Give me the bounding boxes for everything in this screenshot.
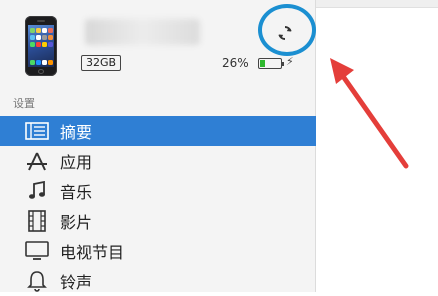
sidebar-item-label: 电视节目 xyxy=(60,243,125,262)
capacity-badge: 32GB xyxy=(81,55,122,71)
sidebar-item-movies[interactable]: 影片 xyxy=(0,206,316,236)
sidebar-item-label: 音乐 xyxy=(60,183,93,202)
app-icon xyxy=(30,28,35,33)
apps-icon xyxy=(24,150,50,172)
dock-icon xyxy=(48,60,53,65)
sidebar-item-apps[interactable]: 应用 xyxy=(0,146,316,176)
app-icon xyxy=(48,42,53,47)
app-icon xyxy=(42,35,47,40)
app-icon xyxy=(42,28,47,33)
battery-nub xyxy=(282,62,284,66)
charging-bolt-icon: ⚡ xyxy=(286,55,294,68)
battery-fill xyxy=(260,60,265,67)
app-icon xyxy=(36,42,41,47)
annotation-arrow xyxy=(330,58,409,169)
settings-section-label: 设置 xyxy=(13,97,35,110)
summary-icon xyxy=(24,120,50,142)
app-icon xyxy=(30,42,35,47)
sidebar-item-music[interactable]: 音乐 xyxy=(0,176,316,206)
sidebar-item-label: 应用 xyxy=(60,153,93,172)
phone-screen xyxy=(28,25,54,67)
dock-icon xyxy=(42,60,47,65)
sidebar-item-label: 影片 xyxy=(60,213,93,232)
app-icon xyxy=(48,35,53,40)
annotation-highlight-circle xyxy=(258,4,316,56)
device-name-redacted xyxy=(85,19,200,45)
sidebar-menu: 摘要 应用 音乐 影片 电视节目 铃声 xyxy=(0,116,316,296)
music-note-icon xyxy=(24,180,50,202)
sidebar-item-label: 摘要 xyxy=(60,123,93,142)
dock-icon xyxy=(36,60,41,65)
app-icon xyxy=(36,28,41,33)
app-icon xyxy=(42,42,47,47)
film-icon xyxy=(24,210,50,232)
app-icon xyxy=(30,35,35,40)
battery-percent: 26% xyxy=(222,56,249,70)
app-icon xyxy=(36,35,41,40)
sidebar-item-tv-shows[interactable]: 电视节目 xyxy=(0,236,316,266)
battery-icon xyxy=(258,58,284,69)
app-icon xyxy=(48,28,53,33)
device-iphone-icon xyxy=(25,16,57,76)
sidebar-item-summary[interactable]: 摘要 xyxy=(0,116,316,146)
tv-icon xyxy=(24,240,50,262)
bell-icon xyxy=(24,270,50,292)
sidebar-item-label: 铃声 xyxy=(60,273,93,292)
phone-speaker xyxy=(37,20,45,22)
phone-home-button xyxy=(38,69,44,74)
dock-icon xyxy=(30,60,35,65)
